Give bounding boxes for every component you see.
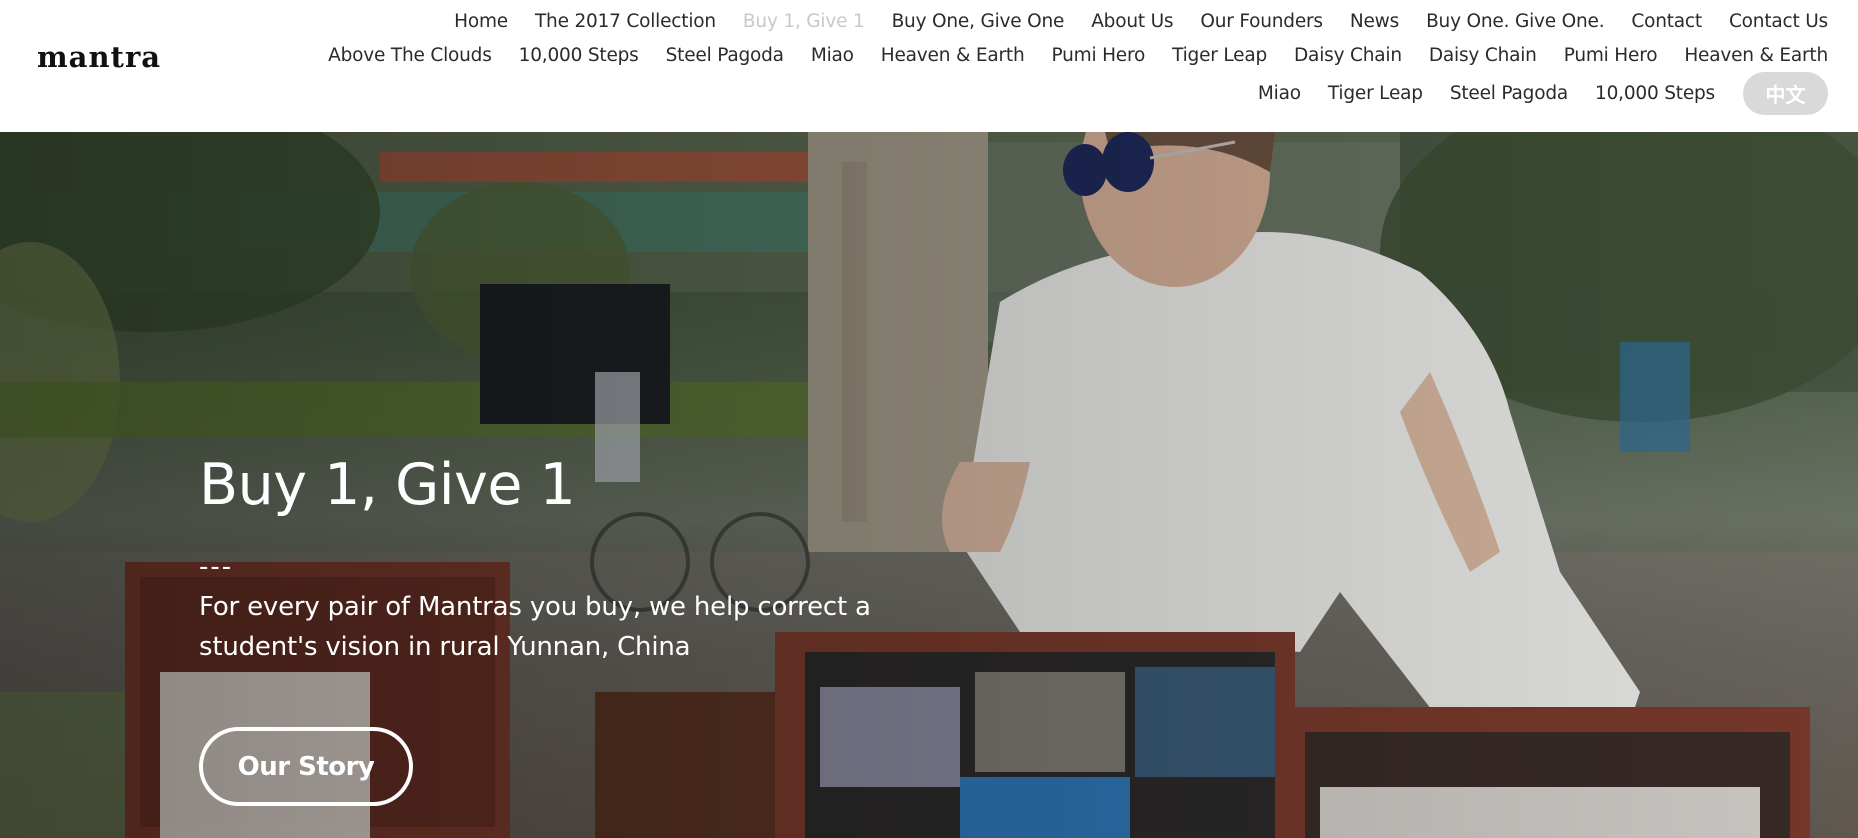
nav-tiger-leap[interactable]: Tiger Leap: [1172, 45, 1267, 66]
nav-steel-pagoda[interactable]: Steel Pagoda: [666, 45, 784, 66]
site-header: mantra Home The 2017 Collection Buy 1, G…: [0, 0, 1858, 132]
nav-buy-1-give-1[interactable]: Buy 1, Give 1: [743, 11, 865, 32]
nav-row-3: Miao Tiger Leap Steel Pagoda 10,000 Step…: [1231, 71, 1828, 115]
nav-miao-2[interactable]: Miao: [1258, 83, 1301, 104]
nav-buy-one-give-one-alt[interactable]: Buy One. Give One.: [1426, 11, 1605, 32]
nav-row-2: Above The Clouds 10,000 Steps Steel Pago…: [301, 42, 1828, 68]
nav-about-us[interactable]: About Us: [1091, 11, 1173, 32]
nav-10000-steps[interactable]: 10,000 Steps: [519, 45, 639, 66]
nav-daisy-chain-2[interactable]: Daisy Chain: [1429, 45, 1537, 66]
nav-our-founders[interactable]: Our Founders: [1200, 11, 1323, 32]
hero-section: Buy 1, Give 1 --- For every pair of Mant…: [0, 132, 1858, 838]
nav-daisy-chain[interactable]: Daisy Chain: [1294, 45, 1402, 66]
language-toggle-button[interactable]: 中文: [1743, 71, 1828, 115]
nav-contact[interactable]: Contact: [1631, 11, 1702, 32]
nav-steel-pagoda-2[interactable]: Steel Pagoda: [1450, 83, 1568, 104]
nav-pumi-hero[interactable]: Pumi Hero: [1051, 45, 1145, 66]
nav-pumi-hero-2[interactable]: Pumi Hero: [1564, 45, 1658, 66]
our-story-button[interactable]: Our Story: [199, 727, 413, 806]
nav-tiger-leap-2[interactable]: Tiger Leap: [1328, 83, 1423, 104]
mantra-logo[interactable]: mantra: [37, 40, 161, 74]
nav-buy-one-give-one[interactable]: Buy One, Give One: [892, 11, 1065, 32]
nav-news[interactable]: News: [1350, 11, 1399, 32]
nav-2017-collection[interactable]: The 2017 Collection: [535, 11, 716, 32]
hero-divider: ---: [199, 552, 234, 582]
nav-row-1: Home The 2017 Collection Buy 1, Give 1 B…: [427, 8, 1828, 34]
nav-heaven-earth[interactable]: Heaven & Earth: [881, 45, 1025, 66]
hero-title: Buy 1, Give 1: [199, 452, 576, 518]
nav-10000-steps-2[interactable]: 10,000 Steps: [1595, 83, 1715, 104]
nav-contact-us[interactable]: Contact Us: [1729, 11, 1828, 32]
nav-heaven-earth-2[interactable]: Heaven & Earth: [1684, 45, 1828, 66]
nav-home[interactable]: Home: [454, 11, 508, 32]
hero-subtitle: For every pair of Mantras you buy, we he…: [199, 592, 871, 662]
nav-miao[interactable]: Miao: [811, 45, 854, 66]
nav-above-the-clouds[interactable]: Above The Clouds: [328, 45, 492, 66]
